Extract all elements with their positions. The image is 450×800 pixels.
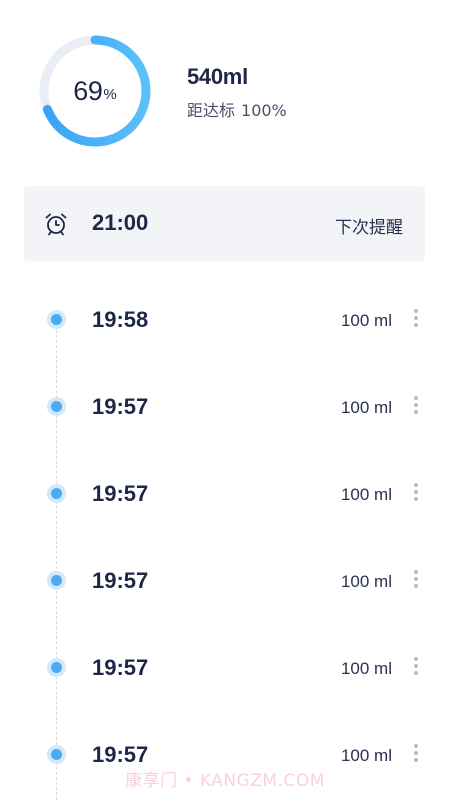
- log-entry-time: 19:58: [92, 307, 149, 332]
- timeline-dot-icon: [47, 658, 66, 677]
- total-intake: 540ml: [187, 64, 248, 89]
- timeline-dot-icon: [47, 397, 66, 416]
- log-entry-time: 19:57: [92, 742, 149, 767]
- log-entry-amount: 100 ml: [340, 485, 392, 504]
- log-entry[interactable]: 19:57 100 ml: [0, 624, 450, 711]
- log-entry-time: 19:57: [92, 568, 149, 593]
- more-options-icon[interactable]: [412, 570, 420, 590]
- log-entry-amount: 100 ml: [340, 398, 392, 417]
- more-options-icon[interactable]: [412, 396, 420, 416]
- progress-value: 69: [73, 75, 103, 106]
- log-entry-time: 19:57: [92, 481, 149, 506]
- next-reminder-card[interactable]: 21:00 下次提醒: [24, 186, 425, 261]
- water-tracker-page: 69 % 540ml 距达标 100% 21:00 下次提醒 19:58 100…: [0, 0, 450, 800]
- log-entry[interactable]: 19:57 100 ml: [0, 363, 450, 450]
- log-entry-amount: 100 ml: [340, 311, 392, 330]
- more-options-icon[interactable]: [412, 309, 420, 329]
- goal-remaining: 距达标 100%: [187, 97, 287, 121]
- intake-log: 19:58 100 ml 19:57 100 ml 19:57 100 ml 1…: [0, 276, 450, 800]
- timeline-dot-icon: [47, 745, 66, 764]
- log-entry-amount: 100 ml: [340, 746, 392, 765]
- log-entry-time: 19:57: [92, 655, 149, 680]
- log-entry-amount: 100 ml: [340, 572, 392, 591]
- more-options-icon[interactable]: [412, 483, 420, 503]
- log-entry-amount: 100 ml: [340, 659, 392, 678]
- alarm-clock-icon: [43, 211, 69, 237]
- reminder-label: 下次提醒: [335, 218, 403, 238]
- log-entry[interactable]: 19:57 100 ml: [0, 450, 450, 537]
- goal-value: 100%: [241, 101, 287, 120]
- more-options-icon[interactable]: [412, 657, 420, 677]
- more-options-icon[interactable]: [412, 744, 420, 764]
- intake-summary: 69 % 540ml 距达标 100%: [0, 0, 450, 180]
- timeline-dot-icon: [47, 484, 66, 503]
- log-entry-time: 19:57: [92, 394, 149, 419]
- goal-label: 距达标: [187, 101, 236, 120]
- reminder-time: 21:00: [92, 210, 149, 235]
- timeline-dot-icon: [47, 310, 66, 329]
- timeline-dot-icon: [47, 571, 66, 590]
- progress-unit: %: [103, 85, 117, 103]
- log-entry[interactable]: 19:58 100 ml: [0, 276, 450, 363]
- progress-ring: 69 %: [38, 34, 152, 148]
- log-entry[interactable]: 19:57 100 ml: [0, 537, 450, 624]
- watermark: 康享门 • KANGZM.COM: [125, 771, 325, 791]
- progress-label: 69 %: [38, 34, 152, 148]
